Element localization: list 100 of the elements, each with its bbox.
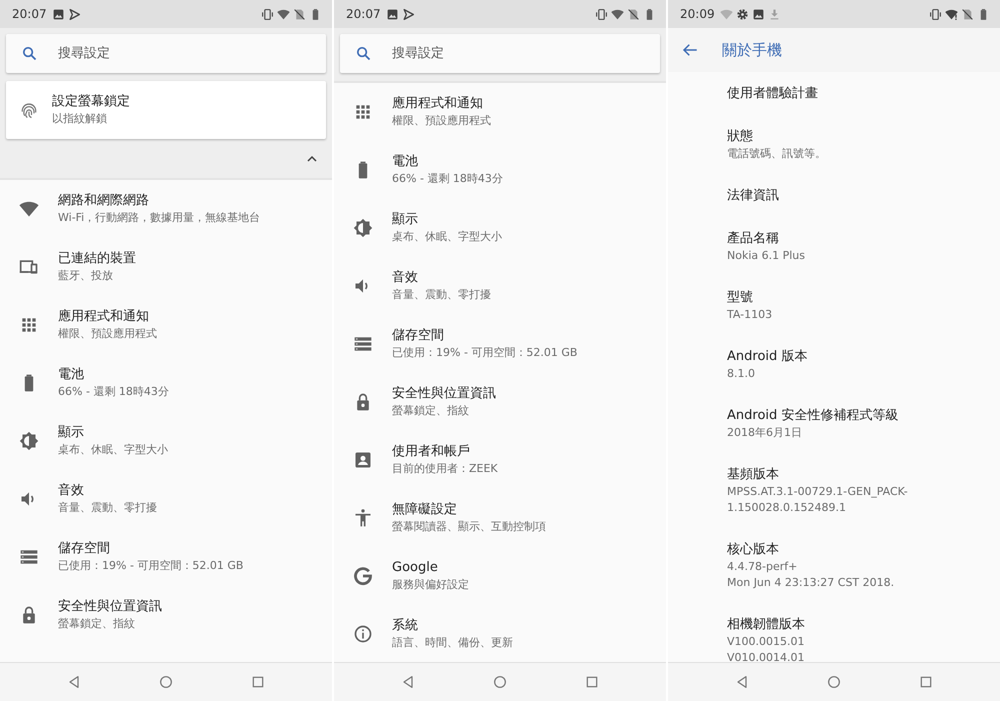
settings-item[interactable]: 安全性與位置資訊 螢幕鎖定、指紋 [334, 373, 666, 431]
image-icon [52, 8, 65, 20]
vibrate-icon [929, 8, 942, 20]
detail-title: 型號 [727, 289, 754, 307]
item-title: 網路和網際網路 [58, 192, 150, 210]
settings-item[interactable]: 使用者和帳戶 目前的使用者：ZEEK [334, 431, 666, 489]
item-title: 音效 [58, 482, 85, 500]
detail-title: 基頻版本 [727, 466, 780, 484]
item-subtitle: 桌布、休眠、字型大小 [58, 442, 168, 458]
settings-item[interactable]: 無障礙設定 螢幕閱讀器、顯示、互動控制項 [334, 489, 666, 547]
recents-icon[interactable] [250, 674, 266, 690]
item-title: 系統 [392, 617, 419, 635]
vibrate-icon [595, 8, 608, 20]
settings-item[interactable]: 顯示 桌布、休眠、字型大小 [0, 412, 332, 470]
item-subtitle: 權限、預設應用程式 [392, 113, 491, 129]
item-subtitle: 螢幕鎖定、指紋 [392, 403, 470, 419]
item-title: 顯示 [58, 424, 85, 442]
clock-time: 20:09 [680, 7, 715, 21]
info-icon [353, 624, 373, 644]
detail-value: TA-1103 [727, 307, 774, 323]
item-title: 應用程式和通知 [392, 95, 484, 113]
detail-value: Nokia 6.1 Plus [727, 248, 806, 264]
detail-value: 4.4.78-perf+ [727, 559, 798, 575]
recents-icon[interactable] [584, 674, 600, 690]
detail-title: 法律資訊 [727, 187, 780, 205]
item-title: 音效 [392, 269, 419, 287]
home-icon[interactable] [492, 674, 508, 690]
vibrate-icon [261, 8, 274, 20]
no-sim-icon [627, 8, 640, 20]
item-subtitle: 服務與偏好設定 [392, 577, 469, 593]
recents-icon[interactable] [918, 674, 934, 690]
item-subtitle: 音量、震動、零打擾 [58, 500, 157, 516]
item-title: Google [392, 559, 439, 577]
brightness-icon [19, 431, 39, 451]
detail-title: 核心版本 [727, 541, 780, 559]
settings-item[interactable]: 儲存空間 已使用：19% - 可用空間：52.01 GB [0, 528, 332, 586]
settings-item[interactable]: 儲存空間 已使用：19% - 可用空間：52.01 GB [334, 315, 666, 373]
item-title: 顯示 [392, 211, 419, 229]
accessibility-icon [353, 508, 373, 528]
image-icon [752, 8, 765, 20]
account-icon [353, 450, 373, 470]
search-input[interactable]: 搜尋設定 [58, 34, 326, 73]
settings-item[interactable]: 顯示 桌布、休眠、字型大小 [334, 199, 666, 257]
clock-time: 20:07 [346, 7, 381, 21]
detail-value: 2018年6月1日 [727, 425, 803, 441]
play-icon [68, 8, 81, 20]
settings-item[interactable]: 音效 音量、震動、零打擾 [0, 470, 332, 528]
settings-item[interactable]: 安全性與位置資訊 螢幕鎖定、指紋 [0, 586, 332, 644]
wifi-icon [19, 199, 39, 219]
settings-item[interactable]: 應用程式和通知 權限、預設應用程式 [334, 83, 666, 141]
settings-item[interactable]: 應用程式和通知 權限、預設應用程式 [0, 296, 332, 354]
detail-value: 電話號碼、訊號等。 [727, 146, 827, 162]
item-subtitle: 目前的使用者：ZEEK [392, 461, 498, 477]
item-subtitle: 已使用：19% - 可用空間：52.01 GB [58, 558, 244, 574]
search-bar[interactable]: 搜尋設定 [6, 34, 326, 73]
settings-item[interactable]: 網路和網際網路 Wi-Fi，行動網路，數據用量，無線基地台 [0, 180, 332, 238]
item-subtitle: 權限、預設應用程式 [58, 326, 157, 342]
suggestion-title: 設定螢幕鎖定 [52, 93, 130, 111]
item-title: 已連結的裝置 [58, 250, 136, 268]
detail-value: V100.0015.01 [727, 634, 806, 650]
wifi-alert-icon [945, 8, 958, 20]
settings-item[interactable]: 電池 66% - 還剩 18時43分 [0, 354, 332, 412]
detail-title: 產品名稱 [727, 230, 780, 248]
suggestion-subtitle: 以指紋解鎖 [52, 111, 108, 127]
item-title: 安全性與位置資訊 [392, 385, 496, 403]
suggestion-card[interactable]: 設定螢幕鎖定 以指紋解鎖 [6, 81, 326, 139]
screen-title: 關於手機 [722, 40, 782, 60]
item-title: 電池 [58, 366, 85, 384]
wifi-icon [720, 8, 733, 20]
item-subtitle: 螢幕鎖定、指紋 [58, 616, 136, 632]
settings-item[interactable]: 電池 66% - 還剩 18時43分 [334, 141, 666, 199]
detail-title: Android 版本 [727, 348, 808, 366]
item-subtitle: Wi-Fi，行動網路，數據用量，無線基地台 [58, 210, 260, 226]
search-bar[interactable]: 搜尋設定 [340, 34, 660, 73]
settings-item[interactable]: 音效 音量、震動、零打擾 [334, 257, 666, 315]
no-sim-icon [961, 8, 974, 20]
item-title: 應用程式和通知 [58, 308, 150, 326]
brightness-icon [353, 218, 373, 238]
item-subtitle: 66% - 還剩 18時43分 [392, 171, 503, 187]
settings-icon [736, 8, 749, 20]
item-title: 電池 [392, 153, 419, 171]
detail-value: Mon Jun 4 23:13:27 CST 2018. [727, 575, 896, 591]
home-icon[interactable] [826, 674, 842, 690]
search-icon [355, 45, 372, 62]
item-subtitle: 語言、時間、備份、更新 [392, 635, 513, 651]
home-icon[interactable] [158, 674, 174, 690]
item-title: 儲存空間 [58, 540, 111, 558]
item-title: 無障礙設定 [392, 501, 458, 519]
settings-item[interactable]: 已連結的裝置 藍牙、投放 [0, 238, 332, 296]
item-title: 使用者和帳戶 [392, 443, 471, 461]
item-subtitle: 螢幕閱讀器、顯示、互動控制項 [392, 519, 546, 535]
no-sim-icon [293, 8, 306, 20]
detail-value: MPSS.AT.3.1-00729.1-GEN_PACK- [727, 484, 909, 500]
detail-value: 1.150028.0.152489.1 [727, 500, 847, 516]
settings-item[interactable]: Google 服務與偏好設定 [334, 547, 666, 605]
image-icon [386, 8, 399, 20]
item-subtitle: 藍牙、投放 [58, 268, 114, 284]
detail-title: 狀態 [727, 128, 754, 146]
play-icon [402, 8, 415, 20]
settings-item[interactable]: 系統 語言、時間、備份、更新 [334, 605, 666, 662]
